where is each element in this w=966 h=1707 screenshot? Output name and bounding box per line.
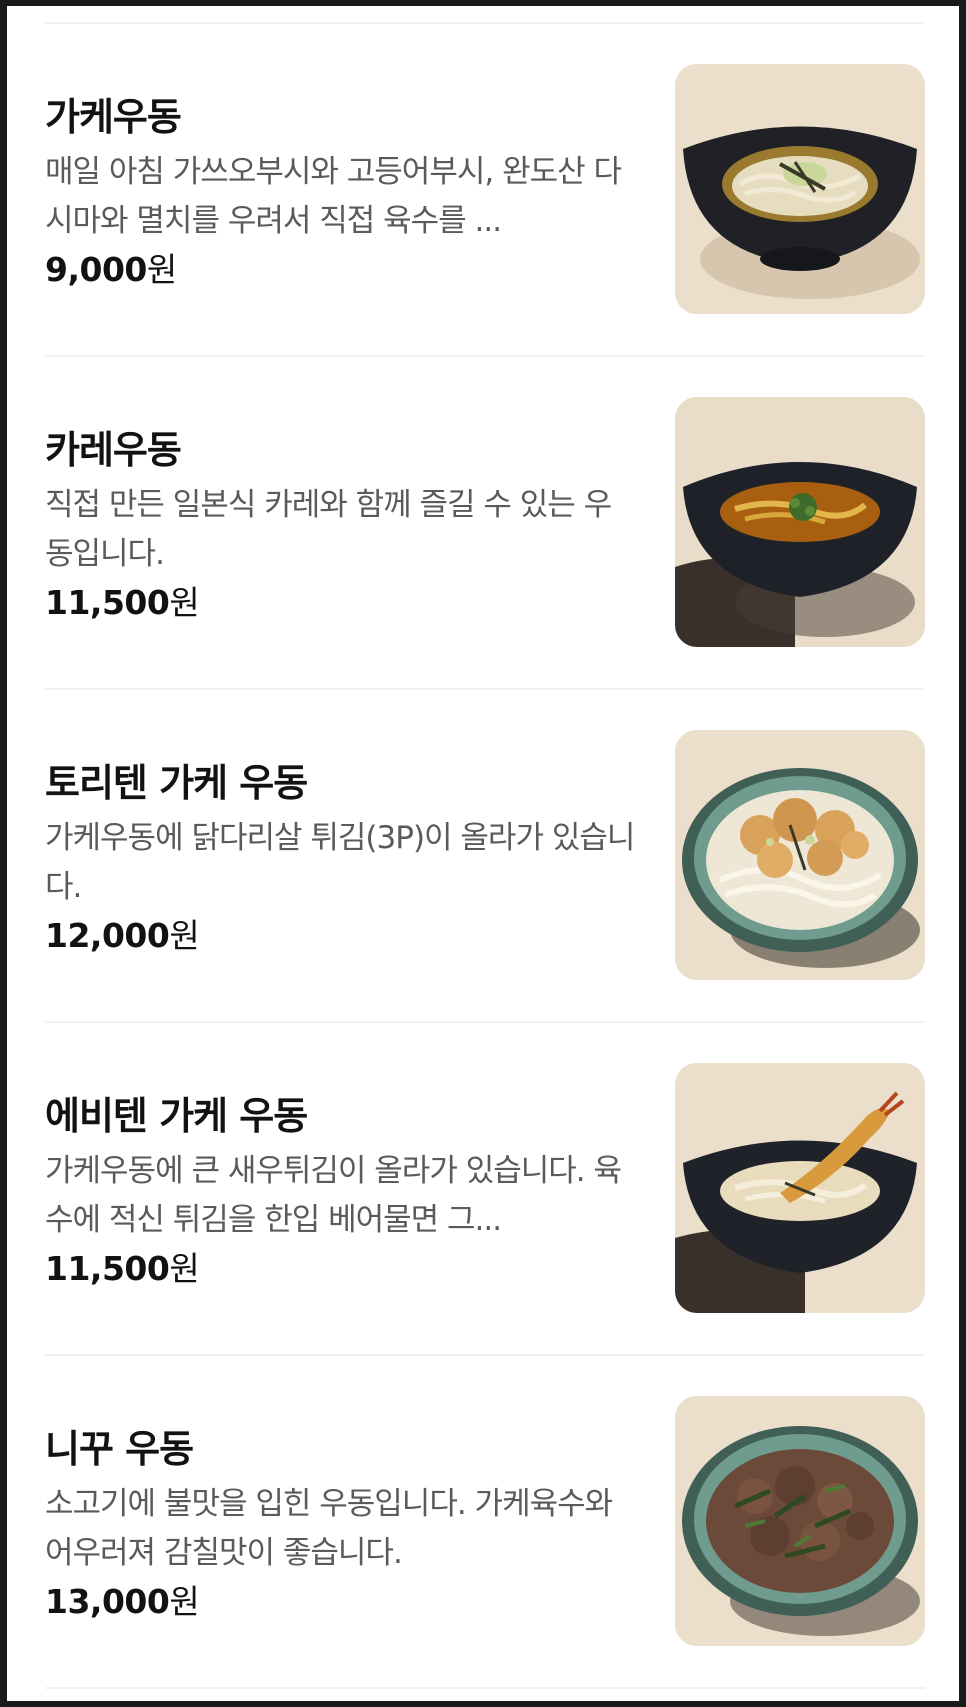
menu-item-name: 에비텐 가케 우동	[45, 1094, 308, 1138]
kake-udon-photo[interactable]	[675, 64, 925, 314]
menu-list: 가케우동 매일 아침 가쓰오부시와 고등어부시, 완도산 다시마와 멸치를 우려…	[45, 22, 925, 1689]
menu-item-name: 토리텐 가케 우동	[45, 761, 308, 805]
price-currency: 원	[146, 250, 177, 289]
toriten-kake-udon-image	[675, 730, 925, 980]
ebiten-kake-udon-image	[675, 1063, 925, 1313]
menu-item-name: 카레우동	[45, 428, 182, 472]
menu-item-text: 가케우동 매일 아침 가쓰오부시와 고등어부시, 완도산 다시마와 멸치를 우려…	[45, 94, 635, 294]
curry-udon-image	[675, 397, 925, 647]
price-currency: 원	[169, 916, 200, 955]
price-value: 13,000	[45, 1582, 170, 1621]
screen-frame: 가케우동 매일 아침 가쓰오부시와 고등어부시, 완도산 다시마와 멸치를 우려…	[7, 6, 959, 1701]
menu-item-toriten-kake-udon[interactable]: 토리텐 가케 우동 가케우동에 닭다리살 튀김(3P)이 올라가 있습니다. 1…	[45, 690, 925, 1021]
menu-item-description: 소고기에 불맛을 입힌 우동입니다. 가케육수와 어우러져 감칠맛이 좋습니다.	[45, 1486, 613, 1571]
price-value: 9,000	[45, 250, 147, 289]
menu-item-niku-udon[interactable]: 니꾸 우동 소고기에 불맛을 입힌 우동입니다. 가케육수와 어우러져 감칠맛이…	[45, 1356, 925, 1687]
price-currency: 원	[169, 1582, 200, 1621]
menu-item-kake-udon[interactable]: 가케우동 매일 아침 가쓰오부시와 고등어부시, 완도산 다시마와 멸치를 우려…	[45, 24, 925, 355]
price-value: 11,500	[45, 583, 170, 622]
menu-item-name: 니꾸 우동	[45, 1427, 194, 1471]
menu-item-price: 11,500원	[45, 579, 635, 627]
menu-item-description: 가케우동에 닭다리살 튀김(3P)이 올라가 있습니다.	[45, 820, 635, 905]
menu-item-curry-udon[interactable]: 카레우동 직접 만든 일본식 카레와 함께 즐길 수 있는 우동입니다. 11,…	[45, 357, 925, 688]
menu-item-text: 토리텐 가케 우동 가케우동에 닭다리살 튀김(3P)이 올라가 있습니다. 1…	[45, 760, 635, 960]
niku-udon-photo[interactable]	[675, 1396, 925, 1646]
menu-item-description: 매일 아침 가쓰오부시와 고등어부시, 완도산 다시마와 멸치를 우려서 직접 …	[45, 154, 622, 239]
menu-item-name: 가케우동	[45, 95, 182, 139]
menu-item-text: 니꾸 우동 소고기에 불맛을 입힌 우동입니다. 가케육수와 어우러져 감칠맛이…	[45, 1426, 635, 1626]
menu-item-price: 13,000원	[45, 1578, 635, 1626]
menu-item-price: 12,000원	[45, 912, 635, 960]
menu-item-description: 직접 만든 일본식 카레와 함께 즐길 수 있는 우동입니다.	[45, 487, 612, 572]
ebiten-kake-udon-photo[interactable]	[675, 1063, 925, 1313]
menu-item-text: 카레우동 직접 만든 일본식 카레와 함께 즐길 수 있는 우동입니다. 11,…	[45, 427, 635, 627]
curry-udon-photo[interactable]	[675, 397, 925, 647]
niku-udon-image	[675, 1396, 925, 1646]
price-currency: 원	[169, 583, 200, 622]
price-currency: 원	[169, 1249, 200, 1288]
menu-item-description: 가케우동에 큰 새우튀김이 올라가 있습니다. 육수에 적신 튀김을 한입 베어…	[45, 1153, 622, 1238]
price-value: 11,500	[45, 1249, 170, 1288]
menu-item-ebiten-kake-udon[interactable]: 에비텐 가케 우동 가케우동에 큰 새우튀김이 올라가 있습니다. 육수에 적신…	[45, 1023, 925, 1354]
price-value: 12,000	[45, 916, 170, 955]
divider	[45, 1687, 925, 1689]
toriten-kake-udon-photo[interactable]	[675, 730, 925, 980]
menu-item-price: 9,000원	[45, 246, 635, 294]
kake-udon-image	[675, 64, 925, 314]
menu-item-price: 11,500원	[45, 1245, 635, 1293]
menu-item-text: 에비텐 가케 우동 가케우동에 큰 새우튀김이 올라가 있습니다. 육수에 적신…	[45, 1093, 635, 1293]
